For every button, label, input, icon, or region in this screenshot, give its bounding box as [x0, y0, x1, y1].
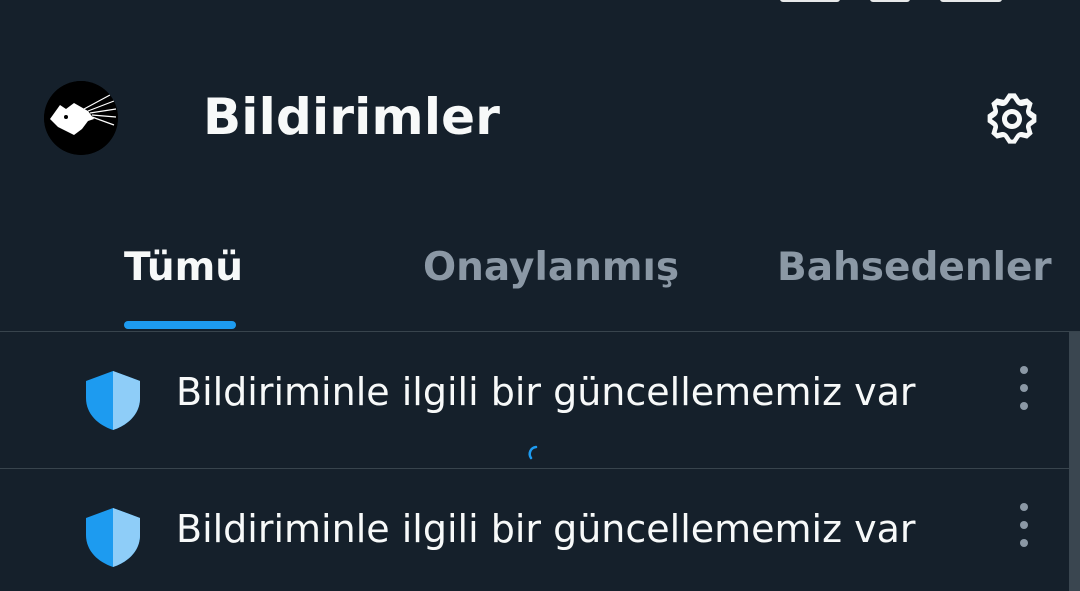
tab-verified-label: Onaylanmış [423, 245, 680, 290]
notification-tabs: Tümü Onaylanmış Bahsedenler [0, 225, 1080, 332]
gear-icon [987, 93, 1037, 144]
more-options-button[interactable] [1004, 503, 1044, 547]
more-dot-icon [1020, 521, 1028, 529]
tab-mentions-label: Bahsedenler [777, 245, 1052, 290]
avatar[interactable] [44, 81, 118, 155]
app-header: Bildirimler [0, 60, 1080, 180]
list-item[interactable]: Bildiriminle ilgili bir güncellememiz va… [0, 469, 1080, 591]
shield-icon [86, 508, 140, 567]
more-dot-icon [1020, 366, 1028, 374]
wifi-icon [870, 0, 910, 2]
notification-text: Bildiriminle ilgili bir güncellememiz va… [176, 370, 916, 414]
active-tab-indicator [124, 321, 236, 329]
more-dot-icon [1020, 539, 1028, 547]
status-icons [780, 0, 1002, 2]
battery-icon [940, 0, 1002, 2]
more-dot-icon [1020, 384, 1028, 392]
shield-icon [86, 371, 140, 430]
tab-mentions[interactable]: Bahsedenler [720, 225, 1080, 331]
more-dot-icon [1020, 402, 1028, 410]
tab-all[interactable]: Tümü [0, 225, 360, 331]
dog-head-avatar-icon [44, 81, 118, 155]
tab-all-label: Tümü [124, 245, 244, 290]
loading-spinner-icon [528, 445, 538, 460]
notification-text: Bildiriminle ilgili bir güncellememiz va… [176, 507, 916, 551]
signal-icon [780, 0, 840, 2]
settings-button[interactable] [978, 87, 1046, 151]
status-bar [0, 0, 1080, 14]
more-dot-icon [1020, 503, 1028, 511]
tab-verified[interactable]: Onaylanmış [360, 225, 720, 331]
scrollbar[interactable] [1069, 332, 1080, 591]
notifications-screen: Bildirimler Tümü Onaylanmış Bahsedenler … [0, 0, 1080, 591]
page-title: Bildirimler [203, 88, 501, 146]
more-options-button[interactable] [1004, 366, 1044, 410]
